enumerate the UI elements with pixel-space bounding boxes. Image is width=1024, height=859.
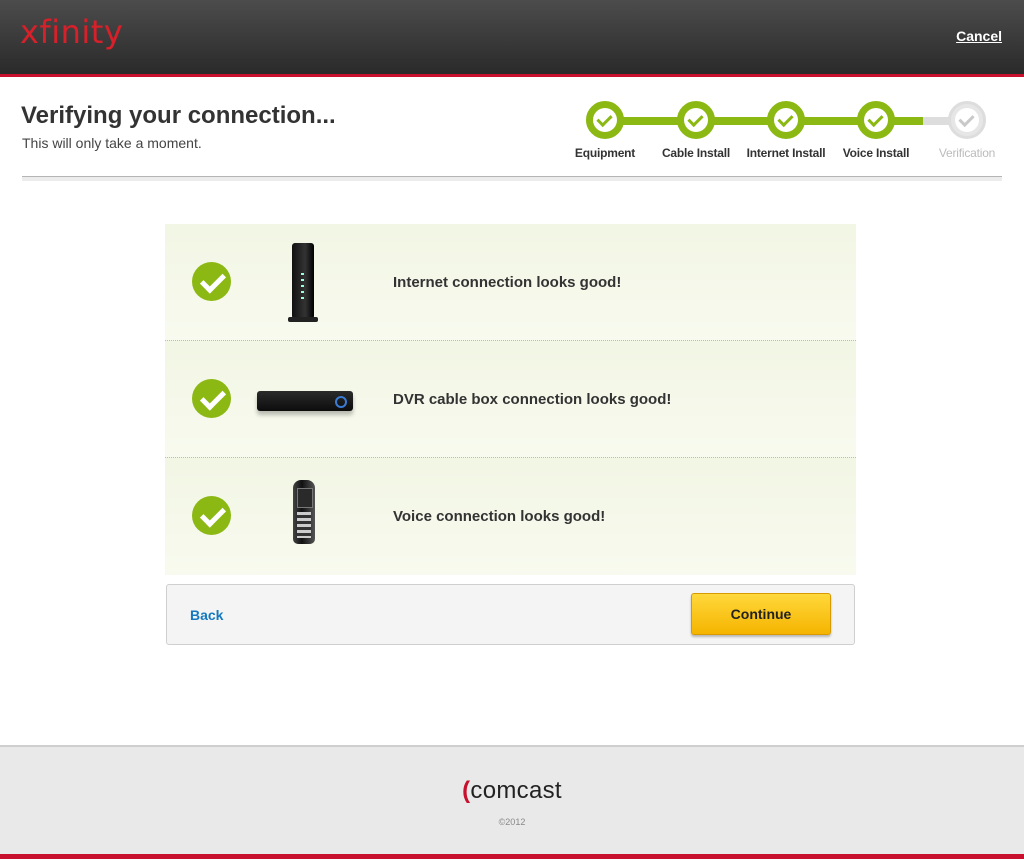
modem-icon — [288, 243, 318, 322]
step-cable-install: Cable Install — [651, 100, 741, 160]
step-verification: Verification — [922, 100, 1012, 160]
check-message: Internet connection looks good! — [393, 274, 622, 291]
step-check-icon — [586, 101, 624, 139]
top-bar: xfinity Cancel — [0, 0, 1024, 77]
step-label: Voice Install — [842, 146, 910, 160]
cancel-link[interactable]: Cancel — [956, 28, 1002, 44]
step-label: Internet Install — [746, 146, 826, 160]
check-row-internet: Internet connection looks good! — [165, 224, 856, 341]
progress-stepper: Equipment Cable Install Internet Install… — [560, 100, 1010, 162]
step-voice-install: Voice Install — [831, 100, 921, 160]
copyright: ©2012 — [498, 817, 526, 827]
continue-button[interactable]: Continue — [691, 593, 831, 635]
step-label: Verification — [938, 146, 996, 160]
xfinity-logo: xfinity — [20, 13, 124, 51]
action-bar: Back Continue — [166, 584, 855, 645]
step-label: Equipment — [574, 146, 636, 160]
check-row-voice: Voice connection looks good! — [165, 458, 856, 575]
check-message: DVR cable box connection looks good! — [393, 391, 672, 408]
back-link[interactable]: Back — [190, 607, 223, 623]
phone-icon — [293, 480, 315, 544]
header-divider — [22, 176, 1002, 181]
step-label: Cable Install — [661, 146, 731, 160]
footer: (comcast ©2012 — [0, 745, 1024, 859]
verification-panel: Internet connection looks good! DVR cabl… — [165, 224, 856, 575]
check-row-dvr: DVR cable box connection looks good! — [165, 341, 856, 458]
step-check-icon — [857, 101, 895, 139]
check-icon — [192, 379, 231, 418]
step-internet-install: Internet Install — [741, 100, 831, 160]
check-icon — [192, 496, 231, 535]
footer-accent-line — [0, 854, 1024, 859]
dvr-box-icon — [257, 391, 353, 411]
step-check-icon — [677, 101, 715, 139]
comcast-logo: (comcast — [462, 777, 562, 804]
check-message: Voice connection looks good! — [393, 508, 606, 525]
step-equipment: Equipment — [560, 100, 650, 160]
step-check-icon — [948, 101, 986, 139]
page-subtitle: This will only take a moment. — [22, 135, 202, 151]
check-icon — [192, 262, 231, 301]
page-title: Verifying your connection... — [21, 102, 336, 129]
step-check-icon — [767, 101, 805, 139]
